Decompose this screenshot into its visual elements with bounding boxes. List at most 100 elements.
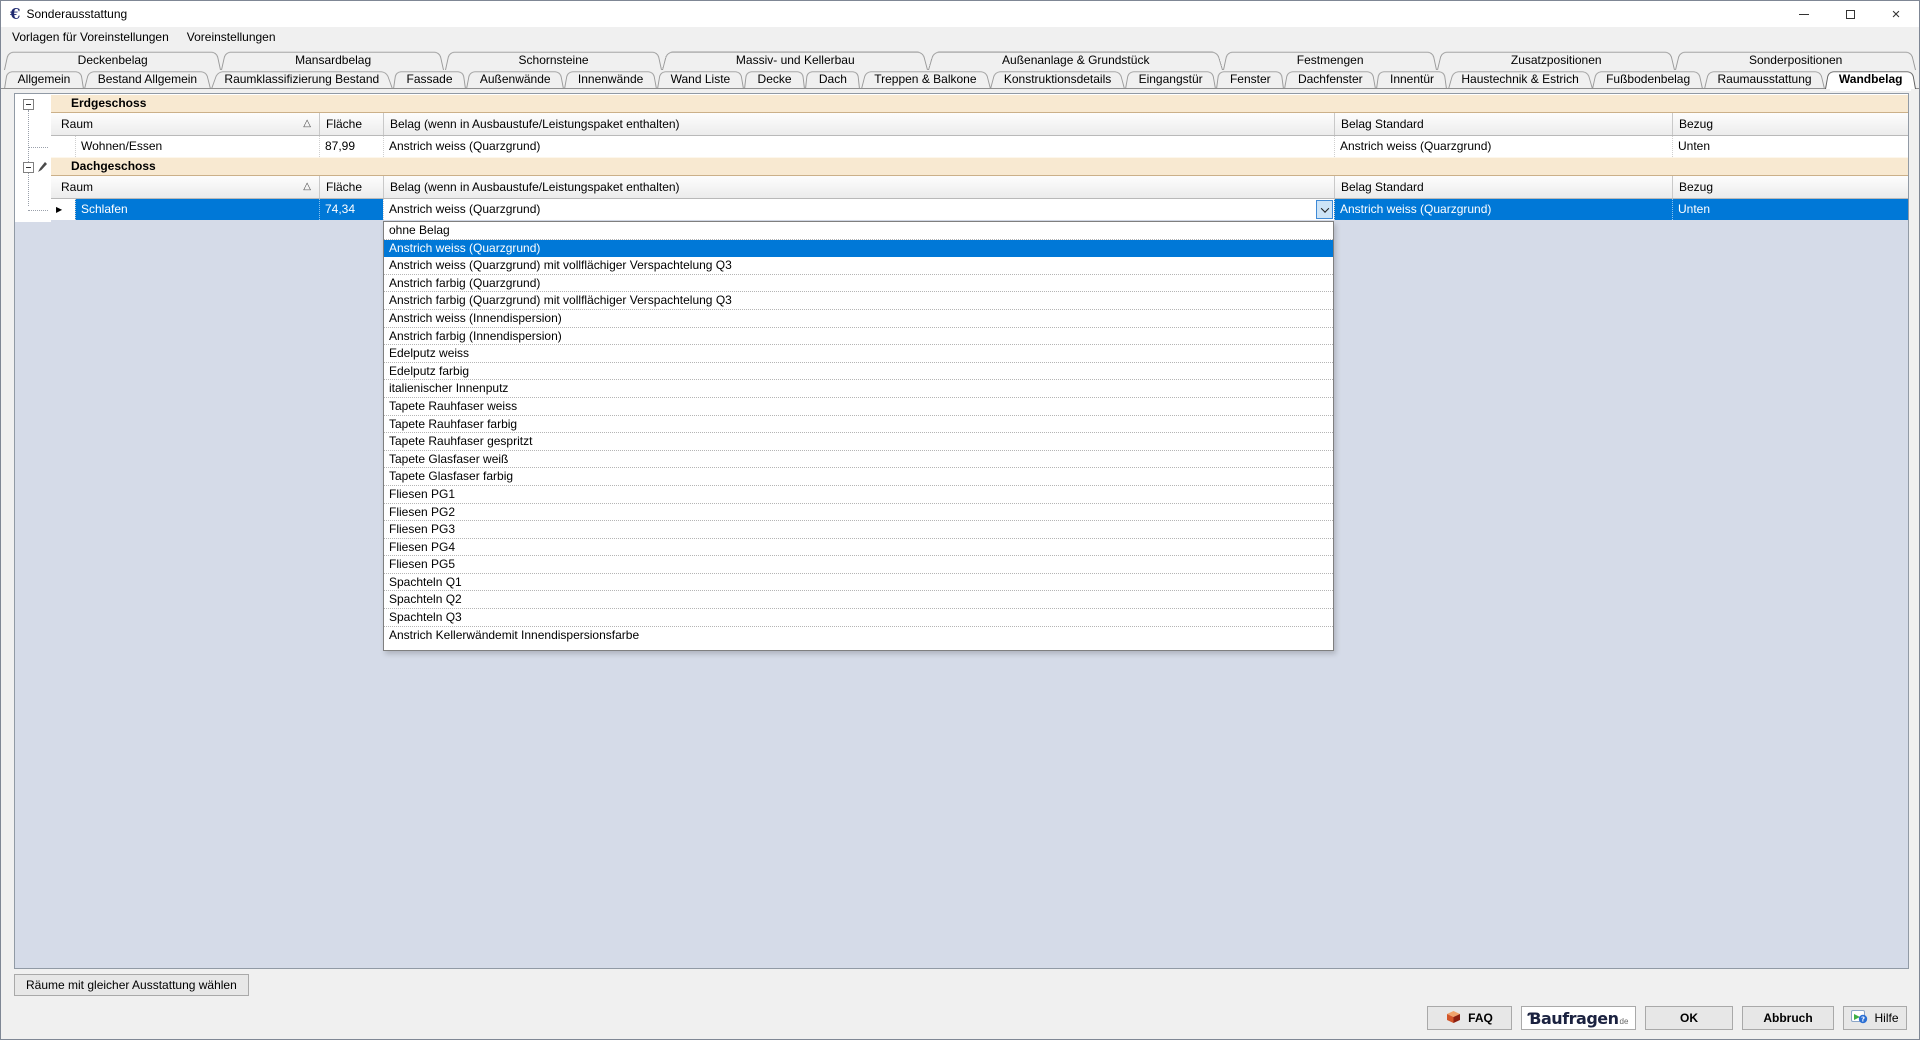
row-wohnen-essen[interactable]: Wohnen/Essen 87,99 Anstrich weiss (Quarz… — [51, 136, 1908, 157]
faq-button[interactable]: FAQ — [1427, 1006, 1512, 1030]
maximize-button[interactable] — [1827, 1, 1873, 27]
minimize-button[interactable] — [1781, 1, 1827, 27]
dropdown-option[interactable]: Fliesen PG4 — [384, 539, 1333, 557]
dropdown-option[interactable]: Fliesen PG2 — [384, 504, 1333, 522]
dropdown-option[interactable]: Anstrich farbig (Quarzgrund) mit vollflä… — [384, 292, 1333, 310]
column-header-bezug[interactable]: Bezug — [1672, 113, 1908, 135]
column-header-belag[interactable]: Belag (wenn in Ausbaustufe/Leistungspake… — [383, 176, 1334, 198]
dropdown-option[interactable]: Anstrich Kellerwändemit Innendispersions… — [384, 627, 1333, 645]
dropdown-option[interactable]: Edelputz weiss — [384, 345, 1333, 363]
tab-underline — [1, 88, 1919, 89]
cell-bezug[interactable]: Unten — [1672, 136, 1908, 157]
chevron-down-icon — [1320, 204, 1328, 212]
tab-fenster[interactable]: Fenster — [1216, 70, 1284, 89]
dropdown-option[interactable]: ohne Belag — [384, 222, 1333, 240]
tab-aussenanlage-grundstueck[interactable]: Außenanlage & Grundstück — [928, 51, 1223, 70]
tab-innentuer[interactable]: Innentür — [1376, 70, 1447, 89]
menu-vorlagen[interactable]: Vorlagen für Voreinstellungen — [3, 28, 178, 46]
dropdown-option[interactable]: Tapete Rauhfaser gespritzt — [384, 433, 1333, 451]
cell-belag-standard[interactable]: Anstrich weiss (Quarzgrund) — [1334, 136, 1672, 157]
cell-belag[interactable]: Anstrich weiss (Quarzgrund) — [383, 136, 1334, 157]
tab-konstruktionsdetails[interactable]: Konstruktionsdetails — [990, 70, 1125, 89]
titlebar[interactable]: € Sonderausstattung × — [1, 1, 1919, 27]
tab-dachfenster[interactable]: Dachfenster — [1284, 70, 1376, 89]
combo-dropdown-button[interactable] — [1316, 200, 1333, 219]
tab-haustechnik-estrich[interactable]: Haustechnik & Estrich — [1448, 70, 1593, 89]
select-same-rooms-button[interactable]: Räume mit gleicher Ausstattung wählen — [14, 974, 249, 996]
dropdown-option[interactable]: italienischer Innenputz — [384, 380, 1333, 398]
dropdown-option[interactable]: Anstrich farbig (Quarzgrund) — [384, 275, 1333, 293]
room-grid-panel: Erdgeschoss Raum△ Fläche Belag (wenn in … — [14, 93, 1909, 969]
tab-festmengen[interactable]: Festmengen — [1223, 51, 1437, 70]
dropdown-option[interactable]: Spachteln Q1 — [384, 574, 1333, 592]
row-selector[interactable] — [51, 136, 75, 157]
dropdown-option[interactable]: Anstrich weiss (Innendispersion) — [384, 310, 1333, 328]
tab-wand-liste[interactable]: Wand Liste — [657, 70, 744, 89]
column-header-raum[interactable]: Raum△ — [51, 176, 319, 198]
row-selector[interactable]: ▶ — [51, 199, 75, 220]
dropdown-option[interactable]: Fliesen PG1 — [384, 486, 1333, 504]
cell-raum[interactable]: Schlafen — [75, 199, 319, 220]
tab-allgemein[interactable]: Allgemein — [4, 70, 84, 89]
dropdown-option[interactable]: Tapete Rauhfaser weiss — [384, 398, 1333, 416]
dropdown-option[interactable]: Fliesen PG3 — [384, 521, 1333, 539]
column-header-belag-standard[interactable]: Belag Standard — [1334, 113, 1672, 135]
group-header[interactable]: Dachgeschoss — [51, 157, 1908, 176]
tab-zusatzpositionen[interactable]: Zusatzpositionen — [1437, 51, 1675, 70]
close-button[interactable]: × — [1873, 1, 1919, 27]
cell-raum[interactable]: Wohnen/Essen — [75, 136, 319, 157]
menu-voreinstellungen[interactable]: Voreinstellungen — [178, 28, 285, 46]
column-header-belag[interactable]: Belag (wenn in Ausbaustufe/Leistungspake… — [383, 113, 1334, 135]
tab-sonderpositionen[interactable]: Sonderpositionen — [1675, 51, 1916, 70]
group-header[interactable]: Erdgeschoss — [51, 94, 1908, 113]
tab-innenwaende[interactable]: Innenwände — [564, 70, 657, 89]
sort-asc-icon: △ — [303, 176, 311, 198]
tab-aussenwaende[interactable]: Außenwände — [466, 70, 564, 89]
tab-deckenbelag[interactable]: Deckenbelag — [4, 51, 221, 70]
cell-flaeche[interactable]: 74,34 — [319, 199, 383, 220]
dropdown-option[interactable]: Anstrich farbig (Innendispersion) — [384, 328, 1333, 346]
collapse-icon-dachgeschoss[interactable] — [23, 162, 34, 173]
dropdown-option[interactable]: Edelputz farbig — [384, 363, 1333, 381]
dropdown-option[interactable]: Tapete Rauhfaser farbig — [384, 416, 1333, 434]
tab-raumklassifizierung-bestand[interactable]: Raumklassifizierung Bestand — [211, 70, 393, 89]
dropdown-option[interactable]: Tapete Glasfaser farbig — [384, 468, 1333, 486]
tab-decke[interactable]: Decke — [744, 70, 805, 89]
tab-raumausstattung[interactable]: Raumausstattung — [1704, 70, 1825, 89]
tab-mansardbelag[interactable]: Mansardbelag — [221, 51, 444, 70]
cell-bezug[interactable]: Unten — [1672, 199, 1908, 220]
cell-belag-editor[interactable]: Anstrich weiss (Quarzgrund) — [383, 199, 1334, 220]
tab-fussbodenbelag[interactable]: Fußbodenbelag — [1592, 70, 1703, 89]
row-schlafen[interactable]: ▶ Schlafen 74,34 Anstrich weiss (Quarzgr… — [51, 199, 1908, 220]
tab-schornsteine[interactable]: Schornsteine — [445, 51, 662, 70]
column-header-flaeche[interactable]: Fläche — [319, 176, 383, 198]
edit-pencil-icon — [37, 161, 47, 176]
column-header-bezug[interactable]: Bezug — [1672, 176, 1908, 198]
column-header-raum[interactable]: Raum△ — [51, 113, 319, 135]
cell-belag-standard[interactable]: Anstrich weiss (Quarzgrund) — [1334, 199, 1672, 220]
help-icon: ? — [1851, 1010, 1868, 1027]
tab-massiv-und-kellerbau[interactable]: Massiv- und Kellerbau — [662, 51, 928, 70]
grid-sections: Erdgeschoss Raum△ Fläche Belag (wenn in … — [51, 94, 1908, 220]
ok-button[interactable]: OK — [1645, 1006, 1733, 1030]
tab-bestand-allgemein[interactable]: Bestand Allgemein — [84, 70, 211, 89]
dropdown-option[interactable]: Spachteln Q2 — [384, 591, 1333, 609]
dropdown-option-selected[interactable]: Anstrich weiss (Quarzgrund) — [384, 240, 1333, 258]
cancel-button[interactable]: Abbruch — [1742, 1006, 1834, 1030]
tab-wandbelag[interactable]: Wandbelag — [1825, 70, 1916, 89]
cell-flaeche[interactable]: 87,99 — [319, 136, 383, 157]
dropdown-option[interactable]: Spachteln Q3 — [384, 609, 1333, 627]
dropdown-option[interactable]: Tapete Glasfaser weiß — [384, 451, 1333, 469]
tab-treppen-balkone[interactable]: Treppen & Balkone — [861, 70, 991, 89]
window-title: Sonderausstattung — [26, 7, 127, 21]
dropdown-option[interactable]: Anstrich weiss (Quarzgrund) mit vollfläc… — [384, 257, 1333, 275]
dropdown-option[interactable]: Fliesen PG5 — [384, 556, 1333, 574]
column-header-belag-standard[interactable]: Belag Standard — [1334, 176, 1672, 198]
tab-fassade[interactable]: Fassade — [393, 70, 466, 89]
column-header-flaeche[interactable]: Fläche — [319, 113, 383, 135]
collapse-icon-erdgeschoss[interactable] — [23, 99, 34, 110]
help-button[interactable]: ? Hilfe — [1843, 1006, 1907, 1030]
baufragen-logo-button[interactable]: Ɓaufragen de — [1521, 1006, 1636, 1030]
tab-dach[interactable]: Dach — [805, 70, 860, 89]
tab-eingangstuer[interactable]: Eingangstür — [1125, 70, 1216, 89]
